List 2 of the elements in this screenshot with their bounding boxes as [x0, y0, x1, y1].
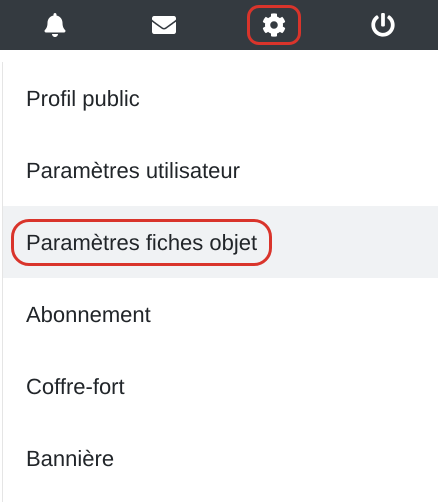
settings-icon[interactable]	[246, 5, 301, 45]
menu-item[interactable]: Paramètres fiches objet	[3, 206, 438, 278]
